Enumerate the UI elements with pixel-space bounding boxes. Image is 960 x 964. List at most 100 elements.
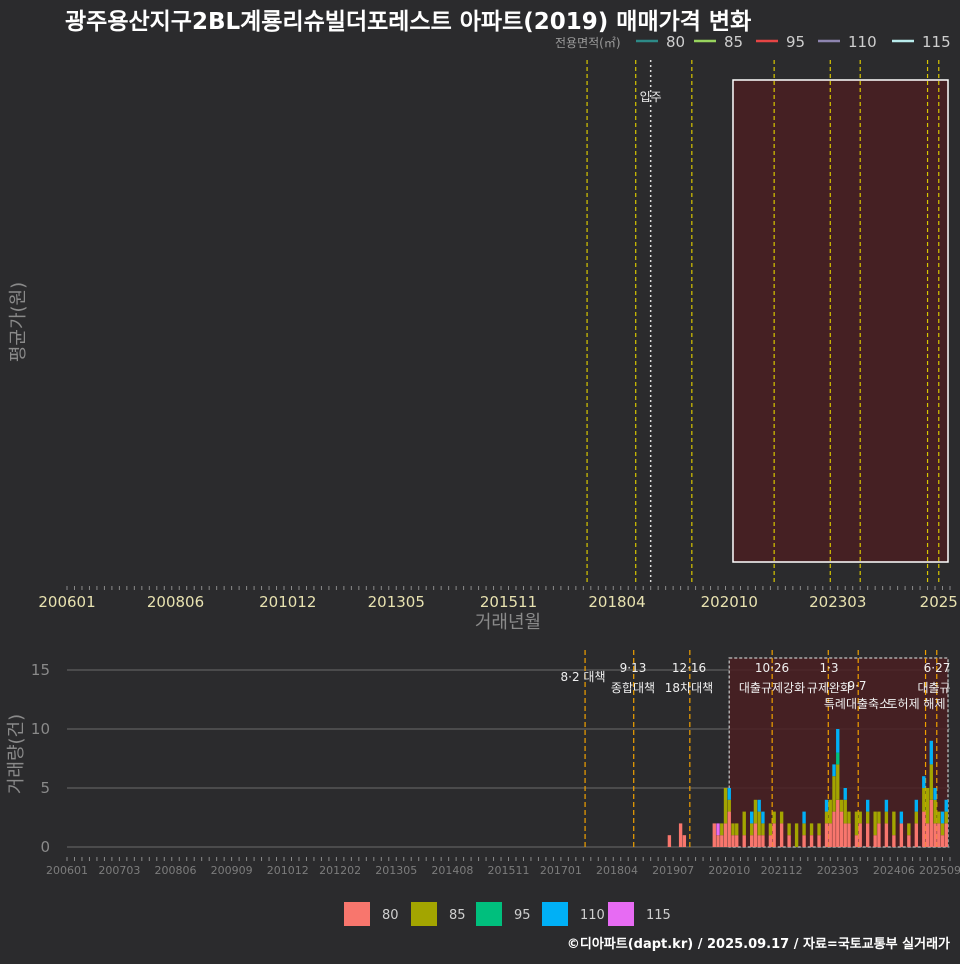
y-axis-title: 평균가(원) — [8, 282, 29, 362]
volume-bar — [779, 823, 784, 847]
policy-desc-label: 대출규 — [917, 681, 950, 695]
volume-bar — [884, 811, 889, 824]
policy-desc-label: 대출규제강화 — [739, 681, 805, 695]
volume-bar — [892, 811, 896, 836]
volume-bar — [847, 823, 851, 847]
volume-bar — [750, 835, 754, 847]
volume-bar — [727, 811, 731, 847]
volume-bar — [817, 823, 821, 836]
x-tick-label: 202010 — [701, 593, 758, 611]
volume-bar — [753, 823, 758, 847]
volume-bar — [914, 811, 919, 824]
volume-bar — [944, 823, 948, 847]
volume-x-tick-label: 201701 — [540, 864, 582, 877]
volume-x-tick-label: 202509 — [919, 864, 960, 877]
volume-bar — [884, 823, 889, 847]
volume-bar — [768, 823, 773, 836]
volume-bar — [940, 811, 945, 824]
volume-bar — [809, 823, 814, 836]
volume-bar — [873, 811, 877, 836]
volume-bar — [832, 764, 836, 777]
volume-bar — [899, 811, 904, 824]
volume-bar — [682, 835, 687, 847]
volume-bar — [757, 799, 761, 812]
volume-x-tick-label: 201511 — [488, 864, 530, 877]
volume-x-tick-label: 200909 — [211, 864, 253, 877]
volume-bar — [866, 799, 870, 812]
volume-bar — [723, 823, 728, 847]
volume-bar — [824, 811, 829, 824]
volume-legend-swatch — [411, 902, 437, 926]
volume-bar — [794, 823, 799, 847]
price-legend-label: 110 — [848, 33, 877, 51]
x-tick-label: 200806 — [147, 593, 204, 611]
volume-bar — [761, 811, 765, 824]
volume-bar — [836, 752, 840, 765]
volume-bar — [832, 776, 836, 812]
volume-bar — [843, 788, 847, 800]
volume-bar — [929, 740, 933, 765]
volume-bar — [824, 823, 829, 847]
volume-bar — [720, 823, 724, 836]
volume-bar — [839, 811, 844, 847]
volume-bar — [839, 799, 844, 812]
volume-bar — [735, 835, 739, 847]
x-tick-label: 201305 — [368, 593, 425, 611]
volume-bar — [907, 835, 911, 847]
volume-bar — [854, 835, 859, 847]
volume-bar — [836, 799, 840, 847]
volume-x-tick-label: 201907 — [652, 864, 694, 877]
volume-bar — [929, 799, 933, 847]
volume-x-tick-label: 201804 — [596, 864, 638, 877]
volume-legend-swatch — [542, 902, 568, 926]
volume-bar — [720, 835, 724, 847]
volume-bar — [922, 788, 926, 812]
volume-bar — [727, 799, 731, 812]
volume-legend-label: 85 — [449, 908, 466, 923]
chart-root: 광주용산지구2BL계룡리슈빌더포레스트 아파트(2019) 매매가격 변화 전용… — [0, 0, 960, 960]
volume-y-tick-label: 5 — [40, 779, 50, 797]
volume-bar — [892, 835, 896, 847]
volume-bar — [832, 811, 836, 847]
volume-legend-label: 115 — [646, 908, 671, 923]
volume-bar — [678, 823, 683, 847]
volume-bar — [907, 823, 911, 836]
policy-desc-label: 18차대책 — [665, 680, 713, 695]
volume-x-tick-label: 200703 — [98, 864, 140, 877]
volume-bar — [716, 835, 720, 847]
policy-desc-label: 토허제 해제 — [886, 697, 945, 711]
volume-bar — [761, 835, 765, 847]
volume-bar — [761, 823, 765, 836]
x-tick-label: 201511 — [480, 593, 537, 611]
highlight-region — [732, 79, 949, 563]
volume-bar — [877, 823, 881, 847]
volume-bar — [933, 788, 937, 800]
volume-legend-swatch — [344, 902, 370, 926]
x-tick-label: 201012 — [259, 593, 316, 611]
x-axis-title: 거래년월 — [475, 612, 541, 633]
volume-bar — [836, 729, 840, 753]
price-legend-label: 115 — [922, 33, 951, 51]
volume-bar — [899, 823, 904, 847]
volume-bar — [843, 799, 847, 824]
volume-legend-swatch — [608, 902, 634, 926]
volume-bar — [757, 835, 761, 847]
volume-bar — [933, 799, 937, 824]
volume-bar — [750, 811, 754, 824]
volume-bar — [716, 823, 720, 836]
volume-bar — [858, 823, 862, 847]
volume-bar — [727, 788, 731, 800]
volume-legend-swatch — [476, 902, 502, 926]
volume-bar — [925, 823, 930, 847]
volume-bar — [847, 811, 851, 824]
chart-title: 광주용산지구2BL계룡리슈빌더포레스트 아파트(2019) 매매가격 변화 — [65, 9, 751, 35]
volume-bar — [723, 788, 728, 824]
volume-bar — [866, 823, 870, 847]
policy-date-label: 1·3 — [819, 661, 838, 675]
volume-bar — [712, 823, 716, 847]
volume-bar — [802, 835, 806, 847]
chart-canvas: 광주용산지구2BL계룡리슈빌더포레스트 아파트(2019) 매매가격 변화 전용… — [0, 0, 960, 960]
volume-bar — [750, 823, 754, 836]
policy-date-label: 9·7 — [847, 679, 866, 693]
volume-bar — [779, 811, 784, 824]
